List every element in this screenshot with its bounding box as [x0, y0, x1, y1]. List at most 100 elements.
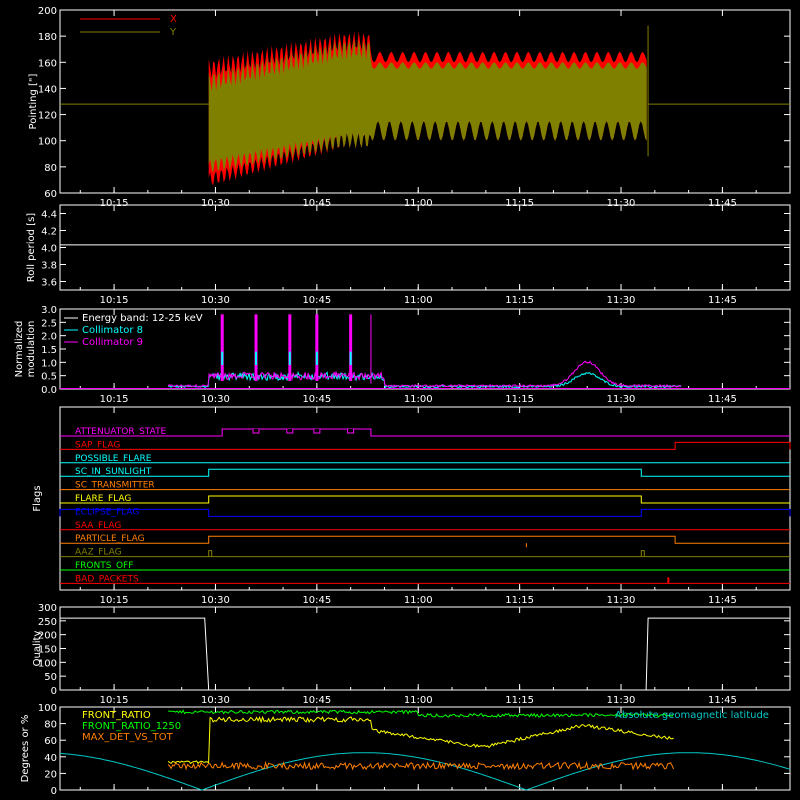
x-tick-label: 11:00 — [404, 695, 433, 706]
x-tick-label: 10:30 — [201, 394, 230, 405]
quality-panel — [59, 606, 791, 691]
x-tick-label: 10:45 — [302, 595, 331, 606]
x-tick-label: 11:15 — [505, 295, 534, 306]
y-tick-label: 2.0 — [41, 332, 57, 343]
x-tick-label: 11:30 — [607, 595, 636, 606]
legend-latitude: Absolute geomagnetic latitude — [615, 710, 769, 721]
collimator-9-spike — [288, 314, 292, 381]
x-tick-label: 11:30 — [607, 394, 636, 405]
front-ratio-1250-line — [168, 709, 675, 718]
y-axis-label: modulation — [26, 321, 37, 378]
flags-panel — [59, 406, 791, 591]
collimator-8-spike — [255, 351, 258, 365]
legend-x-label: X — [170, 14, 177, 25]
y-tick-label: 180 — [38, 32, 57, 43]
y-axis-label: Quality — [32, 631, 43, 667]
y-tick-label: 40 — [44, 753, 57, 764]
flag-line — [60, 535, 790, 544]
attenuator-dip — [286, 429, 293, 433]
collimator-9-spike — [220, 314, 224, 381]
flag-line — [60, 495, 790, 504]
y-tick-label: 0 — [51, 786, 57, 797]
y-tick-label: 60 — [44, 189, 57, 200]
x-tick-label: 11:00 — [404, 595, 433, 606]
x-tick-label: 11:45 — [708, 595, 737, 606]
y-tick-label: 3.0 — [41, 305, 57, 316]
attenuator-dip — [253, 429, 260, 433]
x-tick-label: 10:15 — [100, 595, 129, 606]
quality-line — [60, 617, 790, 691]
y-tick-label: 100 — [38, 703, 57, 714]
y-tick-label: 3.8 — [41, 261, 57, 272]
x-tick-label: 11:45 — [708, 695, 737, 706]
x-tick-label: 11:45 — [708, 295, 737, 306]
aaz-pulse — [208, 550, 213, 557]
y-tick-label: 2.5 — [41, 318, 57, 329]
x-tick-label: 10:30 — [201, 295, 230, 306]
attenuator-dip — [347, 429, 354, 433]
x-tick-label: 10:45 — [302, 295, 331, 306]
flag-line — [60, 428, 790, 437]
y-tick-label: 0.5 — [41, 372, 57, 383]
collimator-8-spike — [288, 351, 291, 365]
flag-line — [60, 441, 791, 450]
y-tick-label: 3.6 — [41, 278, 57, 289]
y-tick-label: 60 — [44, 736, 57, 747]
legend-collimator-8: Collimator 8 — [82, 325, 143, 336]
y-tick-label: 80 — [44, 720, 57, 731]
y-axis-label: Pointing ["] — [28, 73, 39, 129]
y-tick-label: 20 — [44, 769, 57, 780]
x-tick-label: 11:15 — [505, 394, 534, 405]
y-tick-label: 80 — [44, 163, 57, 174]
y-axis-label: Roll period [s] — [26, 213, 37, 282]
y-tick-label: 1.0 — [41, 358, 57, 369]
collimator-9-spike — [349, 314, 353, 381]
collimator-8-spike — [221, 351, 224, 365]
attenuator-dip — [313, 429, 320, 433]
y-tick-label: 160 — [38, 58, 57, 69]
y-axis-label: Normalized — [14, 321, 25, 378]
collimator-9-line — [167, 360, 682, 388]
x-tick-label: 10:15 — [100, 295, 129, 306]
legend-collimator-9: Collimator 9 — [82, 337, 143, 348]
flag-line — [59, 508, 791, 517]
legend-y-label: Y — [169, 27, 177, 38]
x-tick-label: 11:15 — [505, 695, 534, 706]
y-axis-label: Flags — [32, 485, 43, 511]
flag-line — [60, 468, 790, 477]
x-tick-label: 11:45 — [708, 394, 737, 405]
aaz-pulse — [640, 550, 645, 557]
y-tick-label: 4.2 — [41, 227, 57, 238]
y-tick-label: 120 — [38, 111, 57, 122]
y-tick-label: 50 — [44, 672, 57, 683]
y-tick-label: 100 — [38, 137, 57, 148]
y-tick-label: 250 — [38, 617, 57, 628]
x-tick-label: 11:30 — [607, 695, 636, 706]
y-tick-label: 0.0 — [41, 385, 57, 396]
y-axis-label: Degrees or % — [20, 715, 31, 783]
front-ratio-line — [167, 715, 674, 765]
collimator-9-spike — [315, 314, 319, 381]
y-tick-label: 4.0 — [41, 244, 57, 255]
roll-panel — [59, 204, 791, 291]
x-tick-label: 10:30 — [201, 695, 230, 706]
x-tick-label: 11:00 — [404, 394, 433, 405]
latitude-line — [59, 752, 791, 791]
y-tick-label: 300 — [38, 603, 57, 614]
x-tick-label: 10:45 — [302, 394, 331, 405]
y-tick-label: 140 — [38, 84, 57, 95]
legend-front-ratio-1250: FRONT_RATIO_1250 — [82, 721, 181, 732]
x-tick-label: 10:15 — [100, 394, 129, 405]
legend-front-ratio: FRONT_RATIO — [82, 710, 151, 721]
x-tick-label: 10:30 — [201, 595, 230, 606]
x-tick-label: 10:15 — [100, 695, 129, 706]
legend-energy-band: Energy band: 12-25 keV — [82, 313, 203, 324]
x-tick-label: 11:30 — [607, 295, 636, 306]
collimator-9-spike — [254, 314, 258, 381]
x-tick-label: 11:15 — [505, 595, 534, 606]
x-tick-label: 10:45 — [302, 695, 331, 706]
rhessi-quicklook-plot: 10:15 10:30 10:45 11:00 11:15 11:30 11:45 60 80 1… — [14, 6, 791, 797]
y-tick-label: 0 — [51, 686, 57, 697]
y-tick-label: 1.5 — [41, 345, 57, 356]
legend-max-det: MAX_DET_VS_TOT — [82, 732, 174, 743]
